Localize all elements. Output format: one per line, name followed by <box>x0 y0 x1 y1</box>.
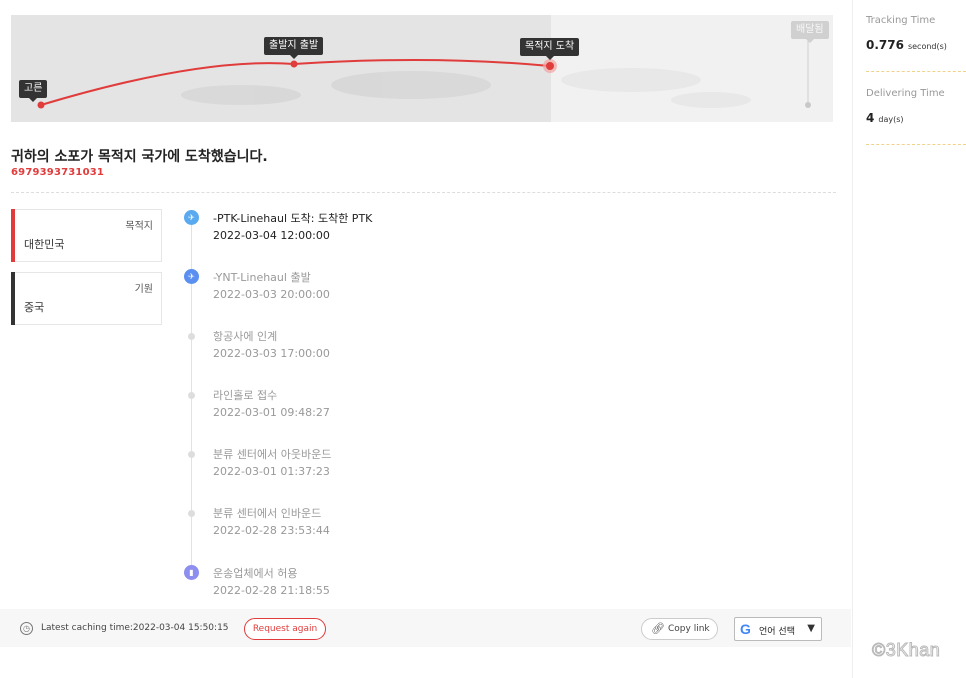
origin-flag: 고른 <box>19 80 48 102</box>
destination-role-label: 목적지 <box>125 221 153 232</box>
tracking-time-value: 0.776 second(s) <box>866 38 947 52</box>
event-date: 2022-03-01 09:48:27 <box>213 406 330 419</box>
delivered-marker <box>805 102 811 108</box>
timeline-event: ✈ -PTK-Linehaul 도착: 도착한 PTK 2022-03-04 1… <box>184 210 584 254</box>
event-title: 분류 센터에서 아웃바운드 <box>213 448 332 461</box>
stats-divider <box>866 71 966 72</box>
watermark: ©3Khan <box>871 640 941 661</box>
language-label: 언어 선택 <box>759 627 795 637</box>
status-headline: 귀하의 소포가 목적지 국가에 도착했습니다. <box>11 149 268 165</box>
copy-link-button[interactable]: 🔗︎ Copy link <box>641 618 718 640</box>
dot-icon <box>188 333 195 340</box>
footer-bar: ◷ Latest caching time:2022-03-04 15:50:1… <box>0 609 851 647</box>
destination-country-name: 대한민국 <box>24 238 65 251</box>
destination-country-card: 목적지 대한민국 <box>11 209 162 262</box>
clock-icon: ◷ <box>20 622 33 635</box>
request-again-button[interactable]: Request again <box>244 618 326 640</box>
departure-marker <box>290 60 298 68</box>
event-date: 2022-02-28 23:53:44 <box>213 524 330 537</box>
tracking-time-label: Tracking Time <box>866 15 936 26</box>
dot-icon <box>188 451 195 458</box>
arrival-flag: 목적지 도착 <box>520 38 580 60</box>
event-date: 2022-03-01 01:37:23 <box>213 465 330 478</box>
event-title: 라인홀로 접수 <box>213 389 278 402</box>
event-title: 분류 센터에서 인바운드 <box>213 507 322 520</box>
timeline-event: ✈ -YNT-Linehaul 출발 2022-03-03 20:00:00 <box>184 269 584 313</box>
google-icon: G <box>740 621 751 637</box>
stats-panel: Tracking Time 0.776 second(s) Delivering … <box>852 0 966 678</box>
timeline-event: 분류 센터에서 인바운드 2022-02-28 23:53:44 <box>184 505 584 549</box>
timeline-event: 라인홀로 접수 2022-03-01 09:48:27 <box>184 387 584 431</box>
truck-icon: ▮ <box>184 565 199 580</box>
event-date: 2022-03-03 17:00:00 <box>213 347 330 360</box>
event-title: 항공사에 인계 <box>213 330 278 343</box>
origin-marker <box>37 101 45 109</box>
route-path-graphic <box>37 35 811 109</box>
timeline-event: ▮ 운송업체에서 허용 2022-02-28 21:18:55 <box>184 565 584 609</box>
event-date: 2022-03-03 20:00:00 <box>213 288 330 301</box>
origin-country-name: 중국 <box>24 301 45 314</box>
event-date: 2022-02-28 21:18:55 <box>213 584 330 597</box>
copy-link-label: Copy link <box>668 624 710 634</box>
language-select[interactable]: G 언어 선택 ▼ <box>734 617 822 641</box>
timeline-event: 항공사에 인계 2022-03-03 17:00:00 <box>184 328 584 372</box>
event-title: -PTK-Linehaul 도착: 도착한 PTK <box>213 212 373 225</box>
stats-divider <box>866 144 966 145</box>
arrival-marker <box>546 62 554 70</box>
plane-landing-icon: ✈ <box>184 210 199 225</box>
event-title: 운송업체에서 허용 <box>213 567 298 580</box>
delivering-time-label: Delivering Time <box>866 88 945 99</box>
tracking-number[interactable]: 6979393731031 <box>11 167 104 178</box>
dot-icon <box>188 510 195 517</box>
delivering-time-value: 4 day(s) <box>866 111 904 125</box>
caching-time: Latest caching time:2022-03-04 15:50:15 <box>41 623 229 633</box>
delivered-flag: 배달됨 <box>791 21 829 43</box>
tracking-page: 고른 출발지 출발 목적지 도착 배달됨 Tracking Time 0.776… <box>0 0 966 678</box>
timeline-event: 분류 센터에서 아웃바운드 2022-03-01 01:37:23 <box>184 446 584 490</box>
destination-indicator <box>11 209 15 262</box>
dropdown-arrow-icon: ▼ <box>807 623 815 634</box>
section-divider <box>11 192 836 193</box>
origin-indicator <box>11 272 15 325</box>
event-date: 2022-03-04 12:00:00 <box>213 229 330 242</box>
departure-flag: 출발지 출발 <box>264 37 324 59</box>
link-icon: 🔗︎ <box>651 622 665 635</box>
origin-role-label: 기원 <box>134 284 153 295</box>
plane-takeoff-icon: ✈ <box>184 269 199 284</box>
origin-country-card: 기원 중국 <box>11 272 162 325</box>
event-title: -YNT-Linehaul 출발 <box>213 271 311 284</box>
route-map: 고른 출발지 출발 목적지 도착 배달됨 <box>11 15 833 122</box>
dot-icon <box>188 392 195 399</box>
